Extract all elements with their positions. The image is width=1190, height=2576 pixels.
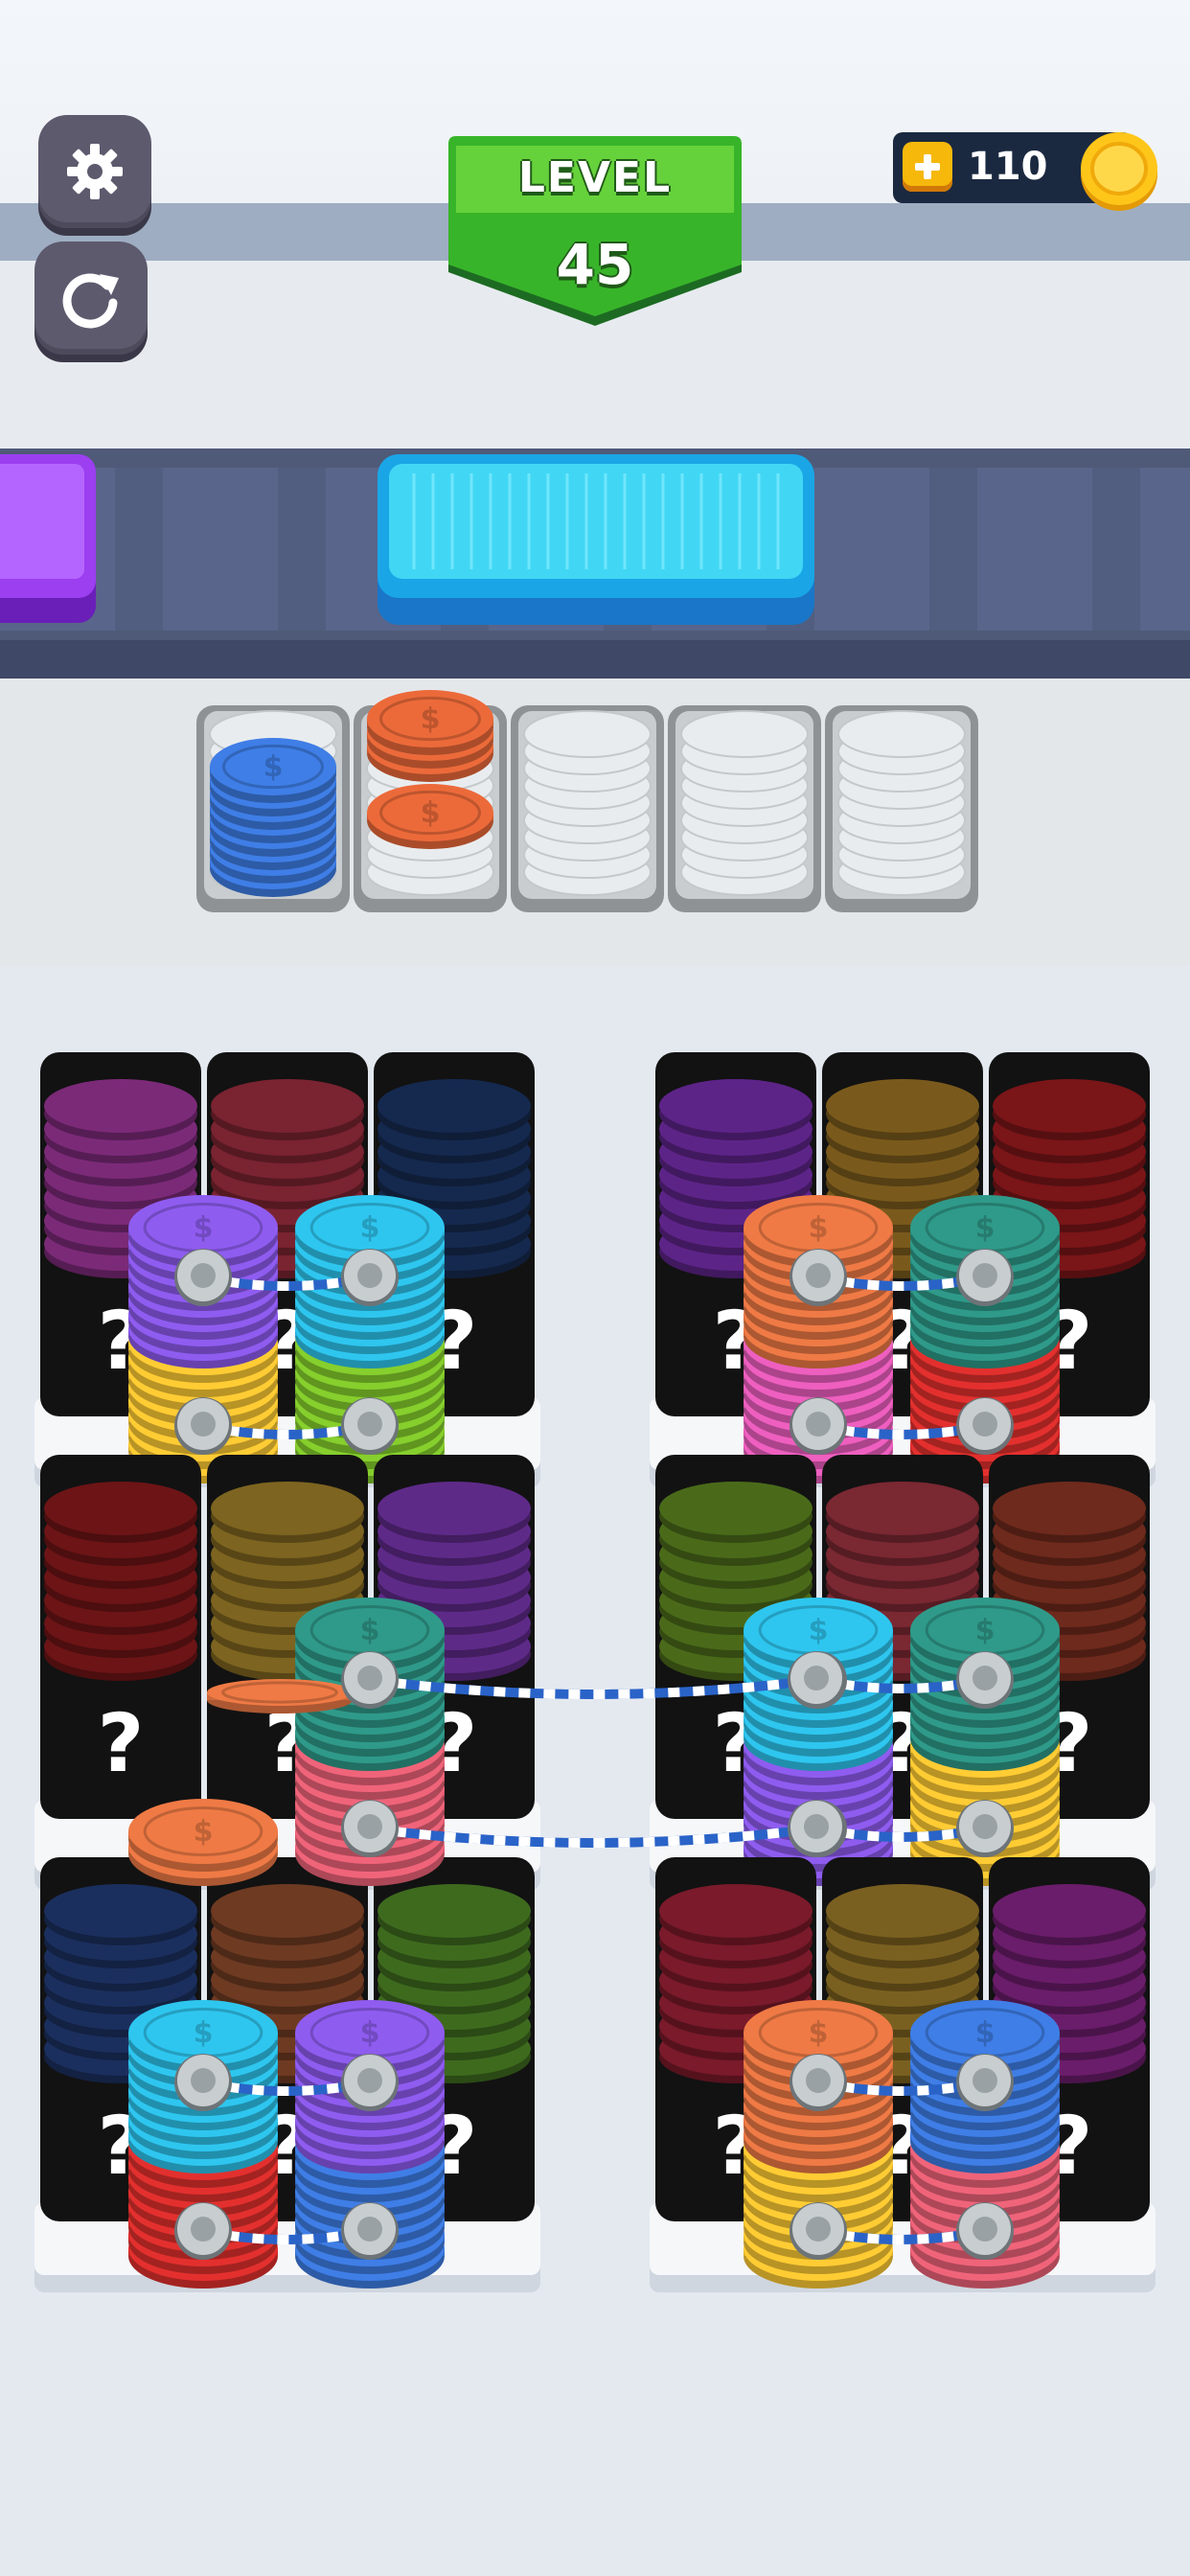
- bolt-icon: [790, 1249, 847, 1306]
- dollar-icon: $: [975, 1614, 995, 1647]
- board-graphics: ?? ?$ $?? ?$ $????? ?$ $?? ?$ $?? ?$ $$$: [34, 1052, 1156, 2292]
- restart-icon: [62, 273, 119, 329]
- tray-slot[interactable]: [825, 705, 978, 912]
- tray-slot[interactable]: [668, 705, 821, 912]
- bolt-icon: [790, 1397, 847, 1455]
- bolt-icon: [956, 1800, 1014, 1857]
- gear-icon: [67, 144, 123, 199]
- loose-coin-orange-2[interactable]: $: [128, 1799, 278, 1886]
- tray-stack-blue[interactable]: $: [210, 738, 336, 897]
- bolt-icon: [341, 1800, 399, 1857]
- coin-count: 110: [968, 145, 1048, 189]
- dollar-icon: $: [360, 2016, 380, 2050]
- conveyor-box-active[interactable]: [376, 450, 816, 628]
- bolt-icon: [341, 2202, 399, 2260]
- dollar-icon: $: [194, 2016, 214, 2050]
- bolt-icon: [956, 2054, 1014, 2111]
- tray-slot[interactable]: [511, 705, 664, 912]
- plus-icon: [915, 154, 940, 179]
- hidden-marker: ?: [98, 1696, 145, 1790]
- tray-slots: $ $ $: [196, 690, 978, 912]
- dollar-icon: $: [809, 1211, 829, 1245]
- stack-group: ???: [650, 1857, 1156, 2292]
- bolt-icon: [790, 2054, 847, 2111]
- level-label: LEVEL: [517, 153, 673, 202]
- loose-coin-orange[interactable]: [207, 1679, 353, 1714]
- dollar-icon: $: [809, 2016, 829, 2050]
- hidden-slot[interactable]: ?: [40, 1455, 201, 1819]
- restart-button[interactable]: [34, 242, 148, 355]
- bolt-icon: [956, 1651, 1014, 1709]
- bolt-icon: [341, 1651, 399, 1709]
- bolt-icon: [174, 2202, 232, 2260]
- conveyor-edge: [0, 640, 1190, 678]
- dollar-icon: $: [360, 1614, 380, 1647]
- add-coins-button[interactable]: [903, 142, 952, 192]
- tray-coin-orange[interactable]: $: [367, 784, 493, 849]
- dollar-icon: $: [421, 702, 441, 736]
- bolt-icon: [790, 2202, 847, 2260]
- stack-group: ???: [650, 1052, 1156, 1487]
- bolt-icon: [341, 1249, 399, 1306]
- bolt-icon: [174, 1249, 232, 1306]
- dollar-icon: $: [194, 1211, 214, 1245]
- dollar-icon: $: [975, 1211, 995, 1245]
- stack-group: ???: [34, 1052, 540, 1487]
- bolt-icon: [174, 1397, 232, 1455]
- stack-group: ???: [34, 1455, 540, 1890]
- bolt-icon: [174, 2054, 232, 2111]
- dollar-icon: $: [194, 1815, 214, 1849]
- bolt-icon: [788, 1800, 845, 1857]
- stack-group: ???: [650, 1455, 1156, 1890]
- gold-coin-icon: [1081, 132, 1157, 211]
- dollar-icon: $: [360, 1211, 380, 1245]
- conveyor-box-purple: [0, 454, 96, 623]
- dollar-icon: $: [975, 2016, 995, 2050]
- bolt-icon: [956, 2202, 1014, 2260]
- bolt-icon: [956, 1397, 1014, 1455]
- dollar-icon: $: [263, 750, 284, 784]
- bolt-icon: [341, 2054, 399, 2111]
- bolt-icon: [788, 1651, 845, 1709]
- settings-button[interactable]: [38, 115, 151, 228]
- bolt-icon: [956, 1249, 1014, 1306]
- dollar-icon: $: [421, 796, 441, 830]
- stack-group: ???: [34, 1857, 540, 2292]
- tray-stack-orange[interactable]: $: [367, 690, 493, 782]
- dollar-icon: $: [809, 1614, 829, 1647]
- bolt-icon: [341, 1397, 399, 1455]
- level-number: 45: [556, 232, 634, 297]
